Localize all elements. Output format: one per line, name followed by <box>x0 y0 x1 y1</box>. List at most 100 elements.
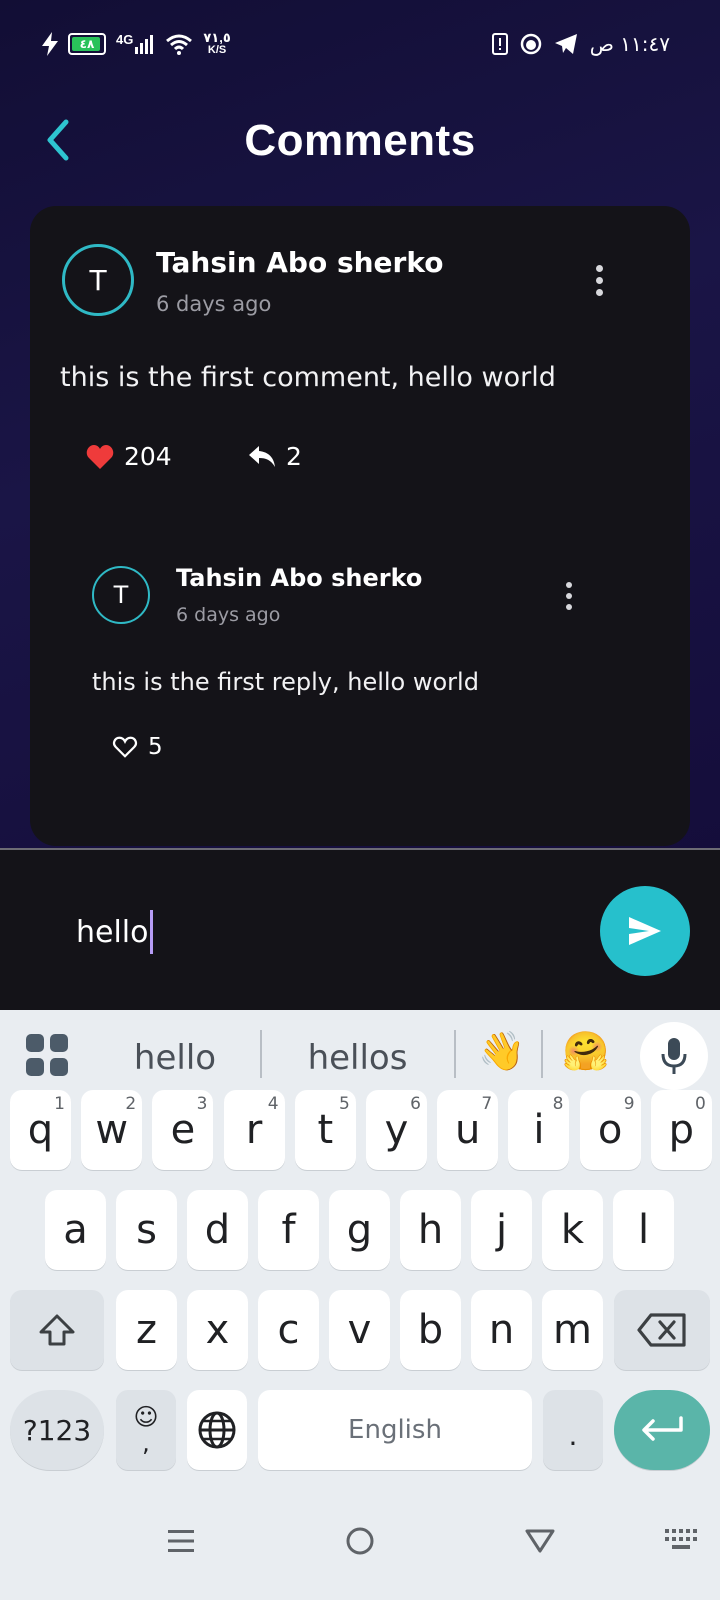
key-y[interactable]: y6 <box>366 1090 427 1170</box>
app-notification-icon <box>520 33 541 55</box>
key-d[interactable]: d <box>187 1190 248 1270</box>
key-j[interactable]: j <box>471 1190 532 1270</box>
system-nav-bar <box>0 1490 720 1600</box>
key-number-hint: 5 <box>338 1094 350 1114</box>
chevron-left-icon <box>47 119 69 161</box>
key-g[interactable]: g <box>329 1190 390 1270</box>
key-number-hint: 4 <box>267 1094 279 1114</box>
key-c[interactable]: c <box>258 1290 319 1370</box>
battery-icon: ٤٨ <box>68 33 106 55</box>
comment-input-value: hello <box>76 914 149 950</box>
like-count: 204 <box>124 442 172 471</box>
key-k[interactable]: k <box>542 1190 603 1270</box>
key-label: o <box>597 1107 623 1153</box>
suggestion-divider <box>541 1030 543 1078</box>
keyboard-hide-button[interactable] <box>656 1516 706 1566</box>
comment-card: T Tahsin Abo sherko 6 days ago this is t… <box>30 206 690 846</box>
key-t[interactable]: t5 <box>294 1090 356 1170</box>
comment-input[interactable]: hello <box>76 910 153 954</box>
key-f[interactable]: f <box>258 1190 319 1270</box>
key-e[interactable]: e3 <box>152 1090 214 1170</box>
emoji-suggestion-hug[interactable]: 🤗 <box>562 1030 609 1074</box>
key-number-hint: 2 <box>125 1094 137 1114</box>
send-button[interactable] <box>600 886 690 976</box>
suggestion-divider <box>260 1030 262 1078</box>
key-p[interactable]: p0 <box>650 1090 712 1170</box>
text-caret <box>149 910 153 954</box>
shift-key[interactable] <box>10 1290 104 1370</box>
reply-text: this is the first reply, hello world <box>92 668 479 696</box>
key-s[interactable]: s <box>116 1190 177 1270</box>
key-v[interactable]: v <box>329 1290 390 1370</box>
key-l[interactable]: l <box>613 1190 674 1270</box>
status-bar: ٤٨ 4G ٧١,٥ K/S ١١:٤٧ ص <box>0 0 720 92</box>
back-nav-button[interactable] <box>515 1516 565 1566</box>
comment-more-button[interactable] <box>584 258 614 302</box>
recent-apps-button[interactable] <box>156 1516 206 1566</box>
reply-like-button[interactable]: 5 <box>112 734 163 760</box>
key-q[interactable]: q1 <box>10 1090 71 1170</box>
emoji-suggestion-wave[interactable]: 👋 <box>478 1030 525 1074</box>
reply-timestamp: 6 days ago <box>176 604 281 626</box>
comma-label: , <box>142 1429 150 1457</box>
language-key[interactable] <box>187 1390 247 1470</box>
suggestion-1[interactable]: hello <box>110 1032 240 1084</box>
status-time: ١١:٤٧ ص <box>589 32 670 56</box>
key-o[interactable]: o9 <box>579 1090 641 1170</box>
microphone-icon <box>661 1038 687 1074</box>
home-button[interactable] <box>335 1516 385 1566</box>
comment-timestamp: 6 days ago <box>156 292 272 316</box>
page-header: Comments <box>0 92 720 190</box>
menu-lines-icon <box>168 1530 194 1552</box>
soft-keyboard: hello hellos 👋 🤗 ?123 ☺ , English . q 1 … <box>0 1010 720 1600</box>
status-right: ١١:٤٧ ص <box>491 32 670 56</box>
symbols-key[interactable]: ?123 <box>10 1390 104 1470</box>
page-title: Comments <box>244 116 476 165</box>
key-label: u <box>455 1107 481 1153</box>
reply-author[interactable]: Tahsin Abo sherko <box>176 564 422 592</box>
enter-arrow-icon <box>642 1416 683 1441</box>
key-m[interactable]: m <box>542 1290 603 1370</box>
reply-more-button[interactable] <box>554 574 584 618</box>
key-w[interactable]: w2 <box>81 1090 143 1170</box>
space-bar[interactable]: English <box>258 1390 532 1470</box>
status-left: ٤٨ 4G ٧١,٥ K/S <box>42 30 231 56</box>
suggestion-2[interactable]: hellos <box>280 1032 435 1084</box>
key-number-hint: 9 <box>623 1094 635 1114</box>
apps-grid-icon[interactable] <box>26 1034 68 1076</box>
reply-button[interactable]: 2 <box>248 442 302 471</box>
comment-author[interactable]: Tahsin Abo sherko <box>156 246 443 279</box>
enter-key[interactable] <box>614 1390 710 1470</box>
key-u[interactable]: u7 <box>437 1090 499 1170</box>
key-h[interactable]: h <box>400 1190 461 1270</box>
charging-icon <box>42 32 58 56</box>
key-label: e <box>170 1107 196 1153</box>
key-x[interactable]: x <box>187 1290 248 1370</box>
back-triangle-icon <box>525 1529 555 1553</box>
key-r[interactable]: r4 <box>223 1090 285 1170</box>
key-number-hint: 8 <box>552 1094 564 1114</box>
key-a[interactable]: a <box>45 1190 106 1270</box>
reply-avatar[interactable]: T <box>92 566 150 624</box>
smiley-icon: ☺ <box>133 1403 159 1431</box>
avatar[interactable]: T <box>62 244 134 316</box>
network-speed: ٧١,٥ K/S <box>203 30 231 56</box>
signal-bars-icon <box>135 35 154 54</box>
backspace-key[interactable] <box>614 1290 710 1370</box>
globe-icon <box>198 1411 236 1449</box>
period-key[interactable]: . <box>543 1390 603 1470</box>
key-z[interactable]: z <box>116 1290 177 1370</box>
emoji-key[interactable]: ☺ , <box>116 1390 176 1470</box>
back-button[interactable] <box>38 112 78 168</box>
key-n[interactable]: n <box>471 1290 532 1370</box>
compose-bar: hello <box>0 848 720 1010</box>
key-b[interactable]: b <box>400 1290 461 1370</box>
key-number-hint: 7 <box>481 1094 493 1114</box>
home-circle-icon <box>346 1527 374 1555</box>
voice-input-button[interactable] <box>640 1022 708 1090</box>
heart-outline-icon <box>112 736 138 758</box>
like-button[interactable]: 204 <box>86 442 172 471</box>
battery-level: ٤٨ <box>79 37 95 51</box>
suggestion-divider <box>454 1030 456 1078</box>
key-i[interactable]: i8 <box>508 1090 570 1170</box>
